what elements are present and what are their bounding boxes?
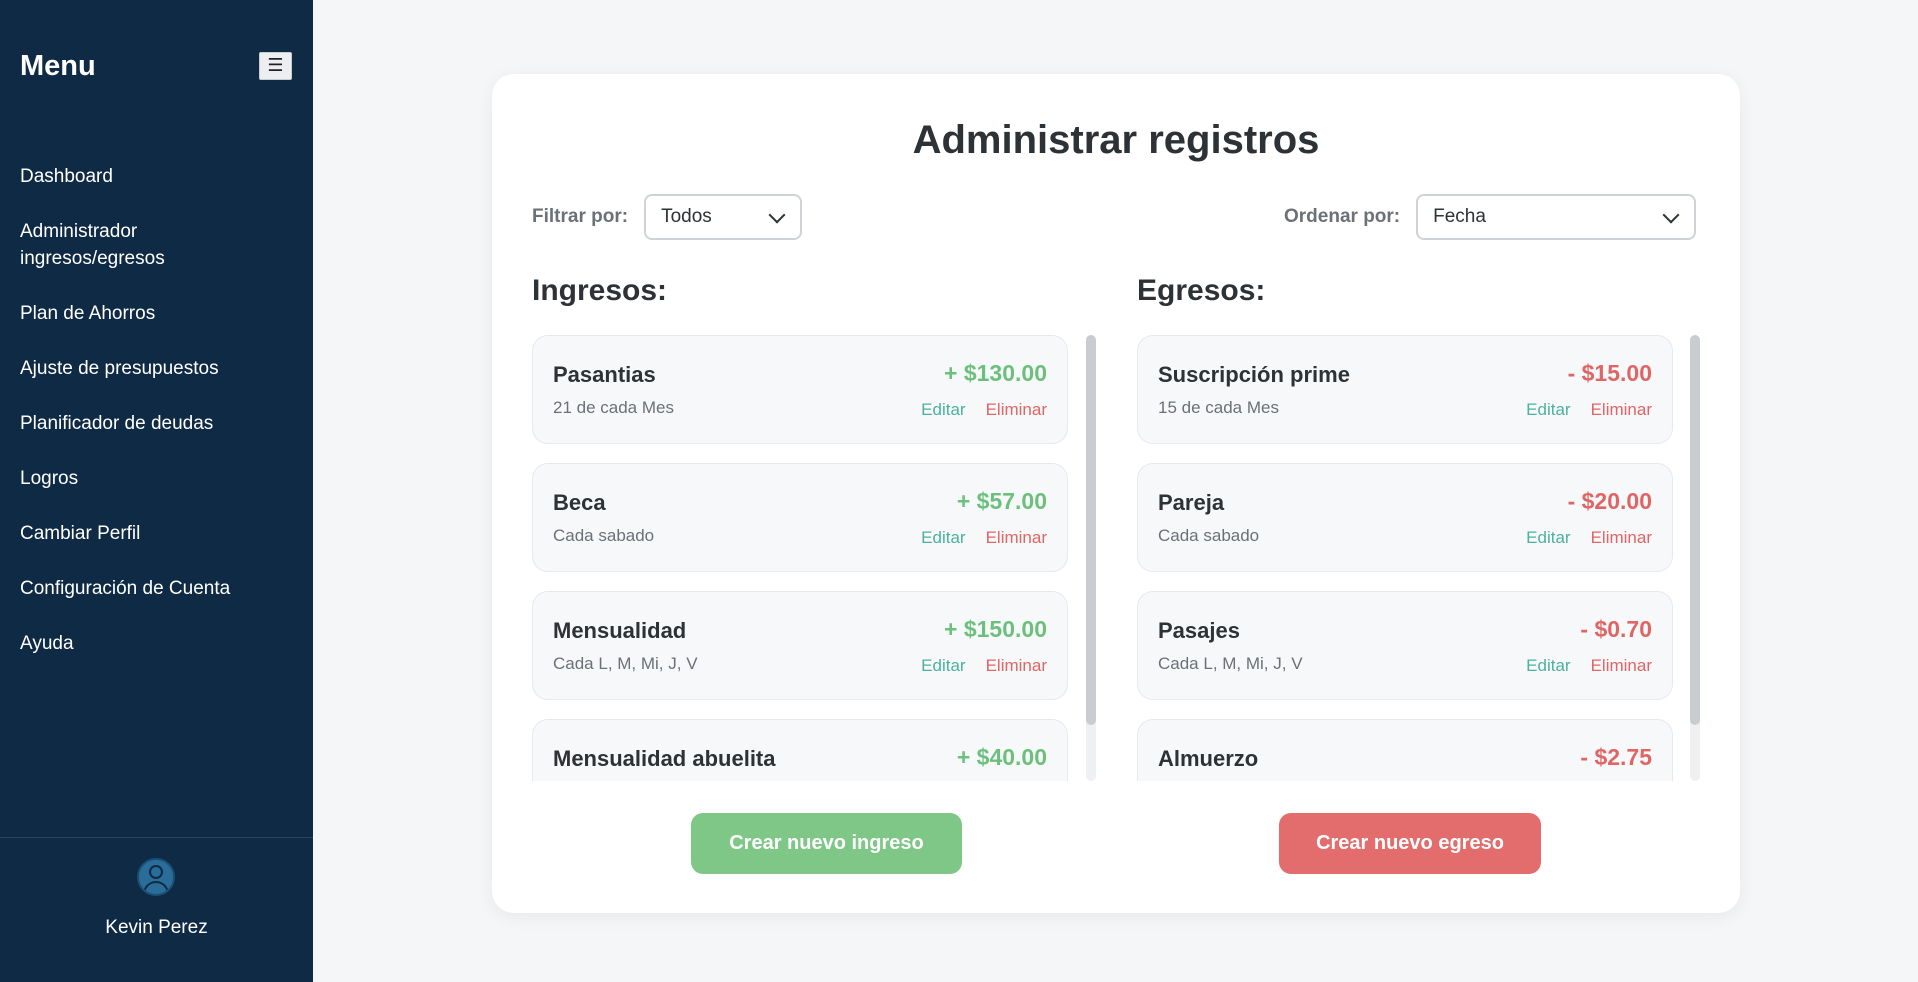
edit-link[interactable]: Editar (1526, 400, 1570, 420)
egresos-title: Egresos: (1137, 274, 1266, 307)
ingresos-scrollbar[interactable] (1086, 335, 1096, 781)
item-name: Suscripción prime (1158, 362, 1350, 387)
sidebar-item-dashboard[interactable]: Dashboard (20, 163, 300, 190)
item-amount: - $2.75 (1580, 744, 1652, 770)
list-item: Pasantias 21 de cada Mes + $130.00 Edita… (532, 335, 1068, 444)
sidebar-item-logros[interactable]: Logros (20, 465, 300, 492)
list-item: Mensualidad abuelita + $40.00 (532, 719, 1068, 781)
edit-link[interactable]: Editar (921, 656, 965, 676)
sidebar-item-planificador-de-deudas[interactable]: Planificador de deudas (20, 410, 300, 437)
edit-link[interactable]: Editar (921, 528, 965, 548)
filter-select-value: Todos (661, 206, 712, 227)
menu-toggle-button[interactable]: ☰ (259, 52, 292, 80)
records-card: Administrar registros Filtrar por: Todos… (492, 74, 1740, 913)
sidebar-item-configuracion-de-cuenta[interactable]: Configuración de Cuenta (20, 575, 300, 602)
egresos-scrollbar-thumb[interactable] (1690, 335, 1700, 725)
egresos-list[interactable]: Suscripción prime 15 de cada Mes - $15.0… (1137, 335, 1673, 781)
sidebar-item-plan-de-ahorros[interactable]: Plan de Ahorros (20, 300, 300, 327)
list-item: Almuerzo - $2.75 (1137, 719, 1673, 781)
create-ingreso-button[interactable]: Crear nuevo ingreso (691, 813, 962, 874)
item-amount: + $130.00 (944, 360, 1047, 386)
delete-link[interactable]: Eliminar (986, 528, 1047, 548)
list-item: Pasajes Cada L, M, Mi, J, V - $0.70 Edit… (1137, 591, 1673, 700)
list-item: Pareja Cada sabado - $20.00 Editar Elimi… (1137, 463, 1673, 572)
item-frequency: 15 de cada Mes (1158, 398, 1279, 417)
filter-control: Filtrar por: Todos (532, 194, 803, 240)
user-name: Kevin Perez (105, 917, 208, 938)
item-frequency: Cada L, M, Mi, J, V (553, 654, 698, 673)
ingresos-list[interactable]: Pasantias 21 de cada Mes + $130.00 Edita… (532, 335, 1068, 781)
item-name: Pasantias (553, 362, 656, 387)
delete-link[interactable]: Eliminar (1591, 400, 1652, 420)
create-egreso-button[interactable]: Crear nuevo egreso (1279, 813, 1541, 874)
ingresos-title: Ingresos: (532, 274, 668, 307)
list-item: Mensualidad Cada L, M, Mi, J, V + $150.0… (532, 591, 1068, 700)
hamburger-icon: ☰ (267, 55, 284, 76)
menu-title: Menu (20, 49, 96, 82)
ingresos-scrollbar-thumb[interactable] (1086, 335, 1096, 725)
item-frequency: Cada sabado (553, 526, 655, 545)
user-avatar-icon[interactable] (137, 858, 175, 896)
delete-link[interactable]: Eliminar (1591, 528, 1652, 548)
sort-label: Ordenar por: (1284, 206, 1401, 227)
delete-link[interactable]: Eliminar (1591, 656, 1652, 676)
edit-link[interactable]: Editar (1526, 656, 1570, 676)
sidebar-item-ajuste-de-presupuestos[interactable]: Ajuste de presupuestos (20, 355, 300, 382)
item-name: Mensualidad abuelita (553, 746, 776, 771)
sidebar-item-cambiar-perfil[interactable]: Cambiar Perfil (20, 520, 300, 547)
item-amount: - $20.00 (1567, 488, 1652, 514)
chevron-down-icon (1662, 208, 1680, 226)
sidebar-footer: Kevin Perez (0, 837, 313, 982)
item-frequency: Cada sabado (1158, 526, 1260, 545)
list-item: Suscripción prime 15 de cada Mes - $15.0… (1137, 335, 1673, 444)
item-name: Mensualidad (553, 618, 687, 643)
item-name: Almuerzo (1158, 746, 1259, 771)
item-name: Pasajes (1158, 618, 1240, 643)
egresos-scrollbar[interactable] (1690, 335, 1700, 781)
item-amount: + $57.00 (956, 488, 1047, 514)
item-name: Beca (553, 490, 606, 515)
sidebar-nav: Dashboard Administrador ingresos/egresos… (20, 163, 300, 685)
list-item: Beca Cada sabado + $57.00 Editar Elimina… (532, 463, 1068, 572)
sidebar-item-ayuda[interactable]: Ayuda (20, 630, 300, 657)
filter-label: Filtrar por: (532, 206, 629, 227)
filter-select[interactable]: Todos (644, 194, 803, 240)
edit-link[interactable]: Editar (1526, 528, 1570, 548)
item-amount: + $150.00 (944, 616, 1047, 642)
item-amount: + $40.00 (956, 744, 1047, 770)
delete-link[interactable]: Eliminar (986, 400, 1047, 420)
page-title: Administrar registros (912, 118, 1320, 162)
sort-select[interactable]: Fecha (1416, 194, 1697, 240)
item-frequency: 21 de cada Mes (553, 398, 674, 417)
item-amount: - $15.00 (1567, 360, 1652, 386)
sidebar: Menu ☰ Dashboard Administrador ingresos/… (0, 0, 313, 982)
delete-link[interactable]: Eliminar (986, 656, 1047, 676)
sidebar-header: Menu ☰ (20, 48, 293, 84)
sort-control: Ordenar por: Fecha (1284, 194, 1697, 240)
chevron-down-icon (768, 208, 786, 226)
item-name: Pareja (1158, 490, 1225, 515)
sort-select-value: Fecha (1433, 206, 1486, 227)
edit-link[interactable]: Editar (921, 400, 965, 420)
sidebar-item-administrador-ingresos-egresos[interactable]: Administrador ingresos/egresos (20, 218, 220, 272)
item-amount: - $0.70 (1580, 616, 1652, 642)
item-frequency: Cada L, M, Mi, J, V (1158, 654, 1303, 673)
